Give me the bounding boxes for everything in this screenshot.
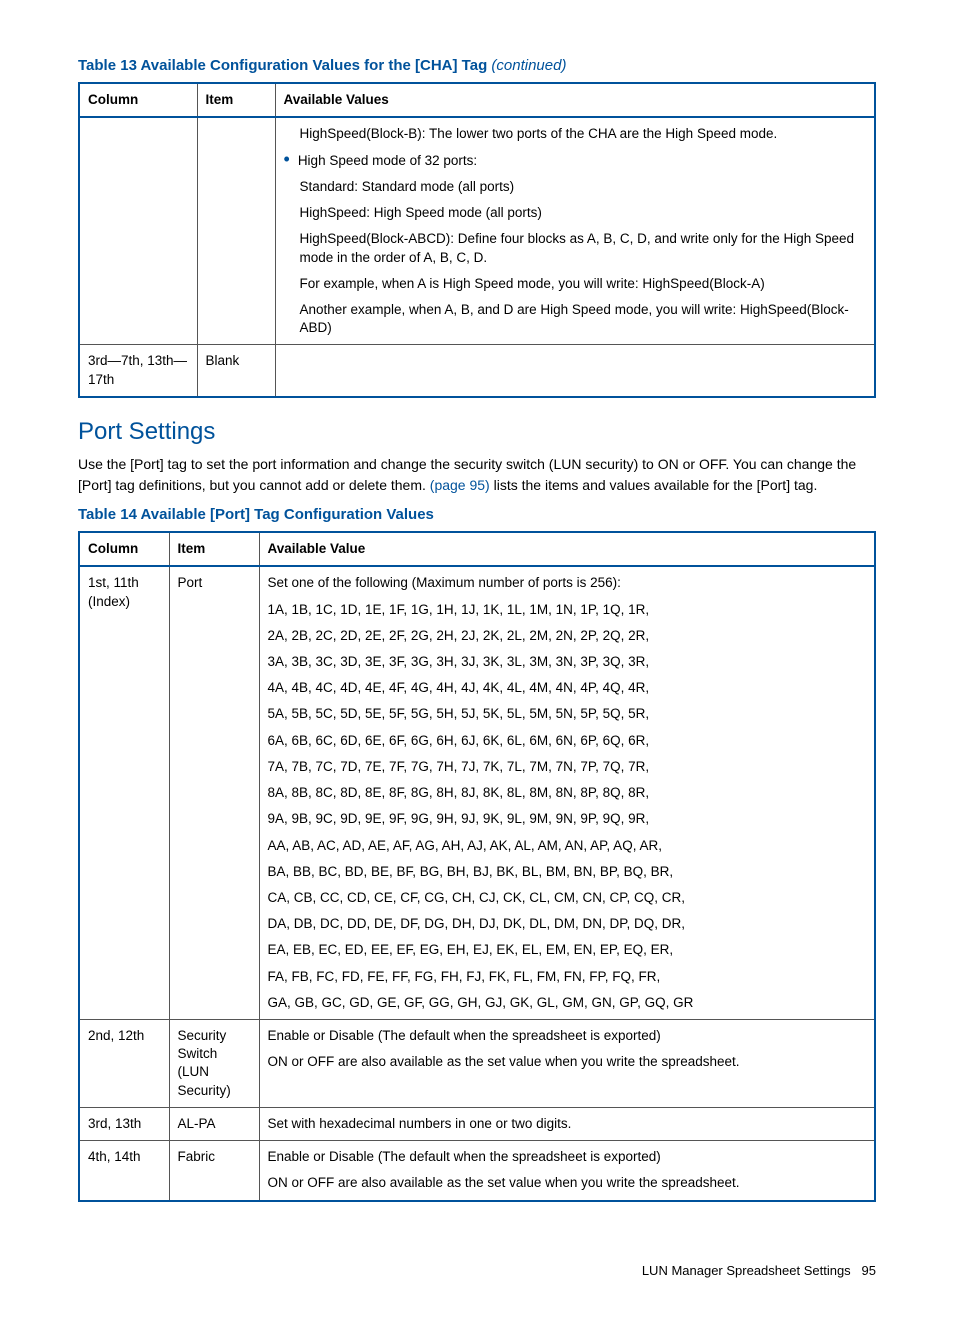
value-line: 9A, 9B, 9C, 9D, 9E, 9F, 9G, 9H, 9J, 9K, … bbox=[268, 810, 867, 828]
cell-item: Blank bbox=[197, 345, 275, 397]
page-number: 95 bbox=[862, 1263, 876, 1278]
value-line: Standard: Standard mode (all ports) bbox=[284, 178, 867, 196]
table-row: HighSpeed(Block-B): The lower two ports … bbox=[79, 117, 875, 344]
section-paragraph: Use the [Port] tag to set the port infor… bbox=[78, 454, 876, 495]
value-line: HighSpeed(Block-B): The lower two ports … bbox=[284, 125, 867, 143]
para-text-b: lists the items and values available for… bbox=[490, 477, 818, 493]
table14-caption: Table 14 Available [Port] Tag Configurat… bbox=[78, 505, 876, 525]
value-line: Another example, when A, B, and D are Hi… bbox=[284, 301, 867, 337]
cell-item: Port bbox=[169, 566, 259, 1019]
cell-column: 1st, 11th (Index) bbox=[79, 566, 169, 1019]
table14-h-column: Column bbox=[79, 532, 169, 566]
value-line: Enable or Disable (The default when the … bbox=[268, 1027, 867, 1045]
table13-h-item: Item bbox=[197, 83, 275, 117]
footer-text: LUN Manager Spreadsheet Settings bbox=[642, 1263, 851, 1278]
cell-values: Enable or Disable (The default when the … bbox=[259, 1020, 875, 1108]
value-line: 5A, 5B, 5C, 5D, 5E, 5F, 5G, 5H, 5J, 5K, … bbox=[268, 705, 867, 723]
value-line: EA, EB, EC, ED, EE, EF, EG, EH, EJ, EK, … bbox=[268, 941, 867, 959]
table-row: 2nd, 12th Security Switch (LUN Security)… bbox=[79, 1020, 875, 1108]
cell-column: 3rd, 13th bbox=[79, 1107, 169, 1140]
value-line: FA, FB, FC, FD, FE, FF, FG, FH, FJ, FK, … bbox=[268, 968, 867, 986]
cell-item: AL-PA bbox=[169, 1107, 259, 1140]
table13-continued: (continued) bbox=[491, 57, 566, 74]
value-line: HighSpeed(Block-ABCD): Define four block… bbox=[284, 230, 867, 266]
cell-values: Set one of the following (Maximum number… bbox=[259, 566, 875, 1019]
value-line: Set with hexadecimal numbers in one or t… bbox=[268, 1115, 867, 1133]
value-line: CA, CB, CC, CD, CE, CF, CG, CH, CJ, CK, … bbox=[268, 889, 867, 907]
cell-item: Security Switch (LUN Security) bbox=[169, 1020, 259, 1108]
cell-item bbox=[197, 117, 275, 344]
value-line: HighSpeed: High Speed mode (all ports) bbox=[284, 204, 867, 222]
value-line: Set one of the following (Maximum number… bbox=[268, 574, 867, 592]
value-line: 3A, 3B, 3C, 3D, 3E, 3F, 3G, 3H, 3J, 3K, … bbox=[268, 653, 867, 671]
table-row: 1st, 11th (Index) Port Set one of the fo… bbox=[79, 566, 875, 1019]
value-line: AA, AB, AC, AD, AE, AF, AG, AH, AJ, AK, … bbox=[268, 837, 867, 855]
value-line: ON or OFF are also available as the set … bbox=[268, 1053, 867, 1071]
cell-column: 3rd—7th, 13th—17th bbox=[79, 345, 197, 397]
value-line: 4A, 4B, 4C, 4D, 4E, 4F, 4G, 4H, 4J, 4K, … bbox=[268, 679, 867, 697]
table-row: 3rd, 13th AL-PA Set with hexadecimal num… bbox=[79, 1107, 875, 1140]
cell-column: 2nd, 12th bbox=[79, 1020, 169, 1108]
bullet-icon: • bbox=[284, 152, 298, 170]
cell-column bbox=[79, 117, 197, 344]
table13-h-values: Available Values bbox=[275, 83, 875, 117]
value-line: DA, DB, DC, DD, DE, DF, DG, DH, DJ, DK, … bbox=[268, 915, 867, 933]
value-line: 6A, 6B, 6C, 6D, 6E, 6F, 6G, 6H, 6J, 6K, … bbox=[268, 732, 867, 750]
table-row: 3rd—7th, 13th—17th Blank bbox=[79, 345, 875, 397]
table13-caption: Table 13 Available Configuration Values … bbox=[78, 56, 876, 76]
table14-h-item: Item bbox=[169, 532, 259, 566]
value-line: For example, when A is High Speed mode, … bbox=[284, 275, 867, 293]
page-footer: LUN Manager Spreadsheet Settings 95 bbox=[78, 1262, 876, 1280]
value-line: 8A, 8B, 8C, 8D, 8E, 8F, 8G, 8H, 8J, 8K, … bbox=[268, 784, 867, 802]
value-line: 7A, 7B, 7C, 7D, 7E, 7F, 7G, 7H, 7J, 7K, … bbox=[268, 758, 867, 776]
value-line: 1A, 1B, 1C, 1D, 1E, 1F, 1G, 1H, 1J, 1K, … bbox=[268, 601, 867, 619]
table14-h-value: Available Value bbox=[259, 532, 875, 566]
page-link[interactable]: (page 95) bbox=[430, 477, 490, 493]
cell-values: Enable or Disable (The default when the … bbox=[259, 1141, 875, 1201]
cell-values: HighSpeed(Block-B): The lower two ports … bbox=[275, 117, 875, 344]
cell-item: Fabric bbox=[169, 1141, 259, 1201]
table13-h-column: Column bbox=[79, 83, 197, 117]
value-line: ON or OFF are also available as the set … bbox=[268, 1174, 867, 1192]
value-line: BA, BB, BC, BD, BE, BF, BG, BH, BJ, BK, … bbox=[268, 863, 867, 881]
value-line: GA, GB, GC, GD, GE, GF, GG, GH, GJ, GK, … bbox=[268, 994, 867, 1012]
table-row: 4th, 14th Fabric Enable or Disable (The … bbox=[79, 1141, 875, 1201]
cell-values: Set with hexadecimal numbers in one or t… bbox=[259, 1107, 875, 1140]
value-line: High Speed mode of 32 ports: bbox=[298, 152, 477, 170]
table13: Column Item Available Values HighSpeed(B… bbox=[78, 82, 876, 398]
value-line: Enable or Disable (The default when the … bbox=[268, 1148, 867, 1166]
section-heading: Port Settings bbox=[0, 416, 876, 448]
table14: Column Item Available Value 1st, 11th (I… bbox=[78, 531, 876, 1201]
table13-caption-text: Table 13 Available Configuration Values … bbox=[78, 57, 487, 74]
value-line: 2A, 2B, 2C, 2D, 2E, 2F, 2G, 2H, 2J, 2K, … bbox=[268, 627, 867, 645]
cell-column: 4th, 14th bbox=[79, 1141, 169, 1201]
cell-values bbox=[275, 345, 875, 397]
